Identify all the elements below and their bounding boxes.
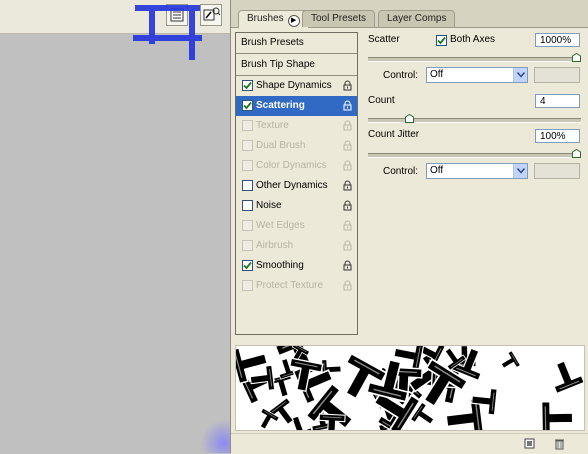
tab-layer-comps[interactable]: Layer Comps (378, 10, 456, 27)
option-checkbox (242, 280, 253, 291)
option-label: Airbrush (256, 240, 294, 251)
option-checkbox[interactable] (242, 260, 253, 271)
lock-icon[interactable] (342, 80, 353, 91)
scatter-control-fade-field (534, 67, 580, 83)
panel-menu-icon[interactable]: ▶ (287, 15, 300, 27)
tab-label: Tool Presets (311, 13, 367, 24)
scatter-value-field[interactable]: 1000% (535, 33, 580, 47)
option-checkbox (242, 120, 253, 131)
option-label: Shape Dynamics (256, 80, 332, 91)
option-label: Texture (256, 120, 289, 131)
option-checkbox (242, 140, 253, 151)
count-slider-thumb[interactable] (404, 114, 414, 123)
lock-icon[interactable] (342, 160, 353, 171)
option-smoothing[interactable]: Smoothing (236, 256, 357, 276)
new-preset-icon[interactable] (523, 437, 536, 450)
option-checkbox[interactable] (242, 200, 253, 211)
brush-options-list: Brush Presets Brush Tip Shape Shape Dyna… (235, 32, 358, 335)
option-checkbox (242, 160, 253, 171)
checkmark-icon (243, 101, 252, 110)
option-label: Dual Brush (256, 140, 306, 151)
option-shape-dynamics[interactable]: Shape Dynamics (236, 76, 357, 96)
option-other-dynamics[interactable]: Other Dynamics (236, 176, 357, 196)
option-checkbox (242, 240, 253, 251)
option-checkbox[interactable] (242, 80, 253, 91)
scatter-slider-thumb[interactable] (572, 53, 581, 62)
count-jitter-control-label: Control: (383, 166, 419, 177)
scatter-control-select[interactable]: Off (426, 67, 528, 83)
divider (236, 53, 357, 54)
option-label: Scattering (256, 100, 305, 111)
scatter-control-value: Off (430, 69, 444, 80)
tab-tool-presets[interactable]: Tool Presets (302, 10, 376, 27)
count-jitter-value-field[interactable]: 100% (535, 129, 580, 143)
lock-icon[interactable] (342, 140, 353, 151)
stroke-preview-image (236, 346, 584, 430)
panel-tab-bar: Brushes ▶ Tool Presets Layer Comps (231, 0, 588, 28)
chevron-down-icon (513, 68, 527, 82)
lock-icon[interactable] (342, 180, 353, 191)
option-protect-texture[interactable]: Protect Texture (236, 276, 357, 296)
count-value-field[interactable]: 4 (535, 94, 580, 108)
lock-icon[interactable] (342, 200, 353, 211)
trash-icon[interactable] (553, 437, 566, 450)
count-slider[interactable] (368, 118, 581, 123)
option-label: Protect Texture (256, 280, 324, 291)
option-label: Smoothing (256, 260, 304, 271)
scatter-label: Scatter (368, 34, 400, 45)
option-label: Wet Edges (256, 220, 305, 231)
option-airbrush[interactable]: Airbrush (236, 236, 357, 256)
lock-icon[interactable] (342, 280, 353, 291)
canvas-area (0, 0, 230, 453)
tab-label: Layer Comps (387, 13, 447, 24)
brush-tip-shape-item[interactable]: Brush Tip Shape (236, 55, 357, 75)
option-scattering[interactable]: Scattering (236, 96, 357, 116)
selection-glow (200, 420, 230, 453)
crop-marker-icon (133, 5, 202, 60)
count-jitter-slider[interactable] (368, 153, 581, 158)
count-jitter-slider-thumb[interactable] (572, 149, 581, 158)
option-label: Other Dynamics (256, 180, 328, 191)
tab-label: Brushes (247, 13, 284, 24)
lock-icon[interactable] (342, 100, 353, 111)
option-label: Noise (256, 200, 282, 211)
lock-icon[interactable] (342, 240, 353, 251)
lock-icon[interactable] (342, 260, 353, 271)
checkmark-icon (243, 81, 252, 90)
both-axes-label: Both Axes (450, 34, 496, 45)
option-color-dynamics[interactable]: Color Dynamics (236, 156, 357, 176)
lock-icon[interactable] (342, 120, 353, 131)
count-label: Count (368, 95, 395, 106)
option-checkbox[interactable] (242, 180, 253, 191)
scatter-slider[interactable] (368, 57, 581, 62)
both-axes-checkbox[interactable] (436, 35, 447, 46)
brushes-panel: Brushes ▶ Tool Presets Layer Comps Brush … (230, 0, 588, 454)
chevron-down-icon (513, 164, 527, 178)
tab-brushes[interactable]: Brushes ▶ (238, 10, 309, 28)
brush-stroke-preview (235, 345, 585, 431)
brush-presets-item[interactable]: Brush Presets (236, 33, 357, 53)
lock-icon[interactable] (342, 220, 353, 231)
panel-bottom-bar (231, 433, 588, 454)
count-jitter-label: Count Jitter (368, 129, 420, 140)
option-checkbox[interactable] (242, 100, 253, 111)
option-label: Color Dynamics (256, 160, 327, 171)
scatter-control-label: Control: (383, 70, 419, 81)
checkmark-icon (243, 261, 252, 270)
count-jitter-control-value: Off (430, 165, 444, 176)
option-dual-brush[interactable]: Dual Brush (236, 136, 357, 156)
option-noise[interactable]: Noise (236, 196, 357, 216)
option-checkbox (242, 220, 253, 231)
option-texture[interactable]: Texture (236, 116, 357, 136)
count-jitter-control-select[interactable]: Off (426, 163, 528, 179)
option-wet-edges[interactable]: Wet Edges (236, 216, 357, 236)
count-jitter-control-fade-field (534, 163, 580, 179)
